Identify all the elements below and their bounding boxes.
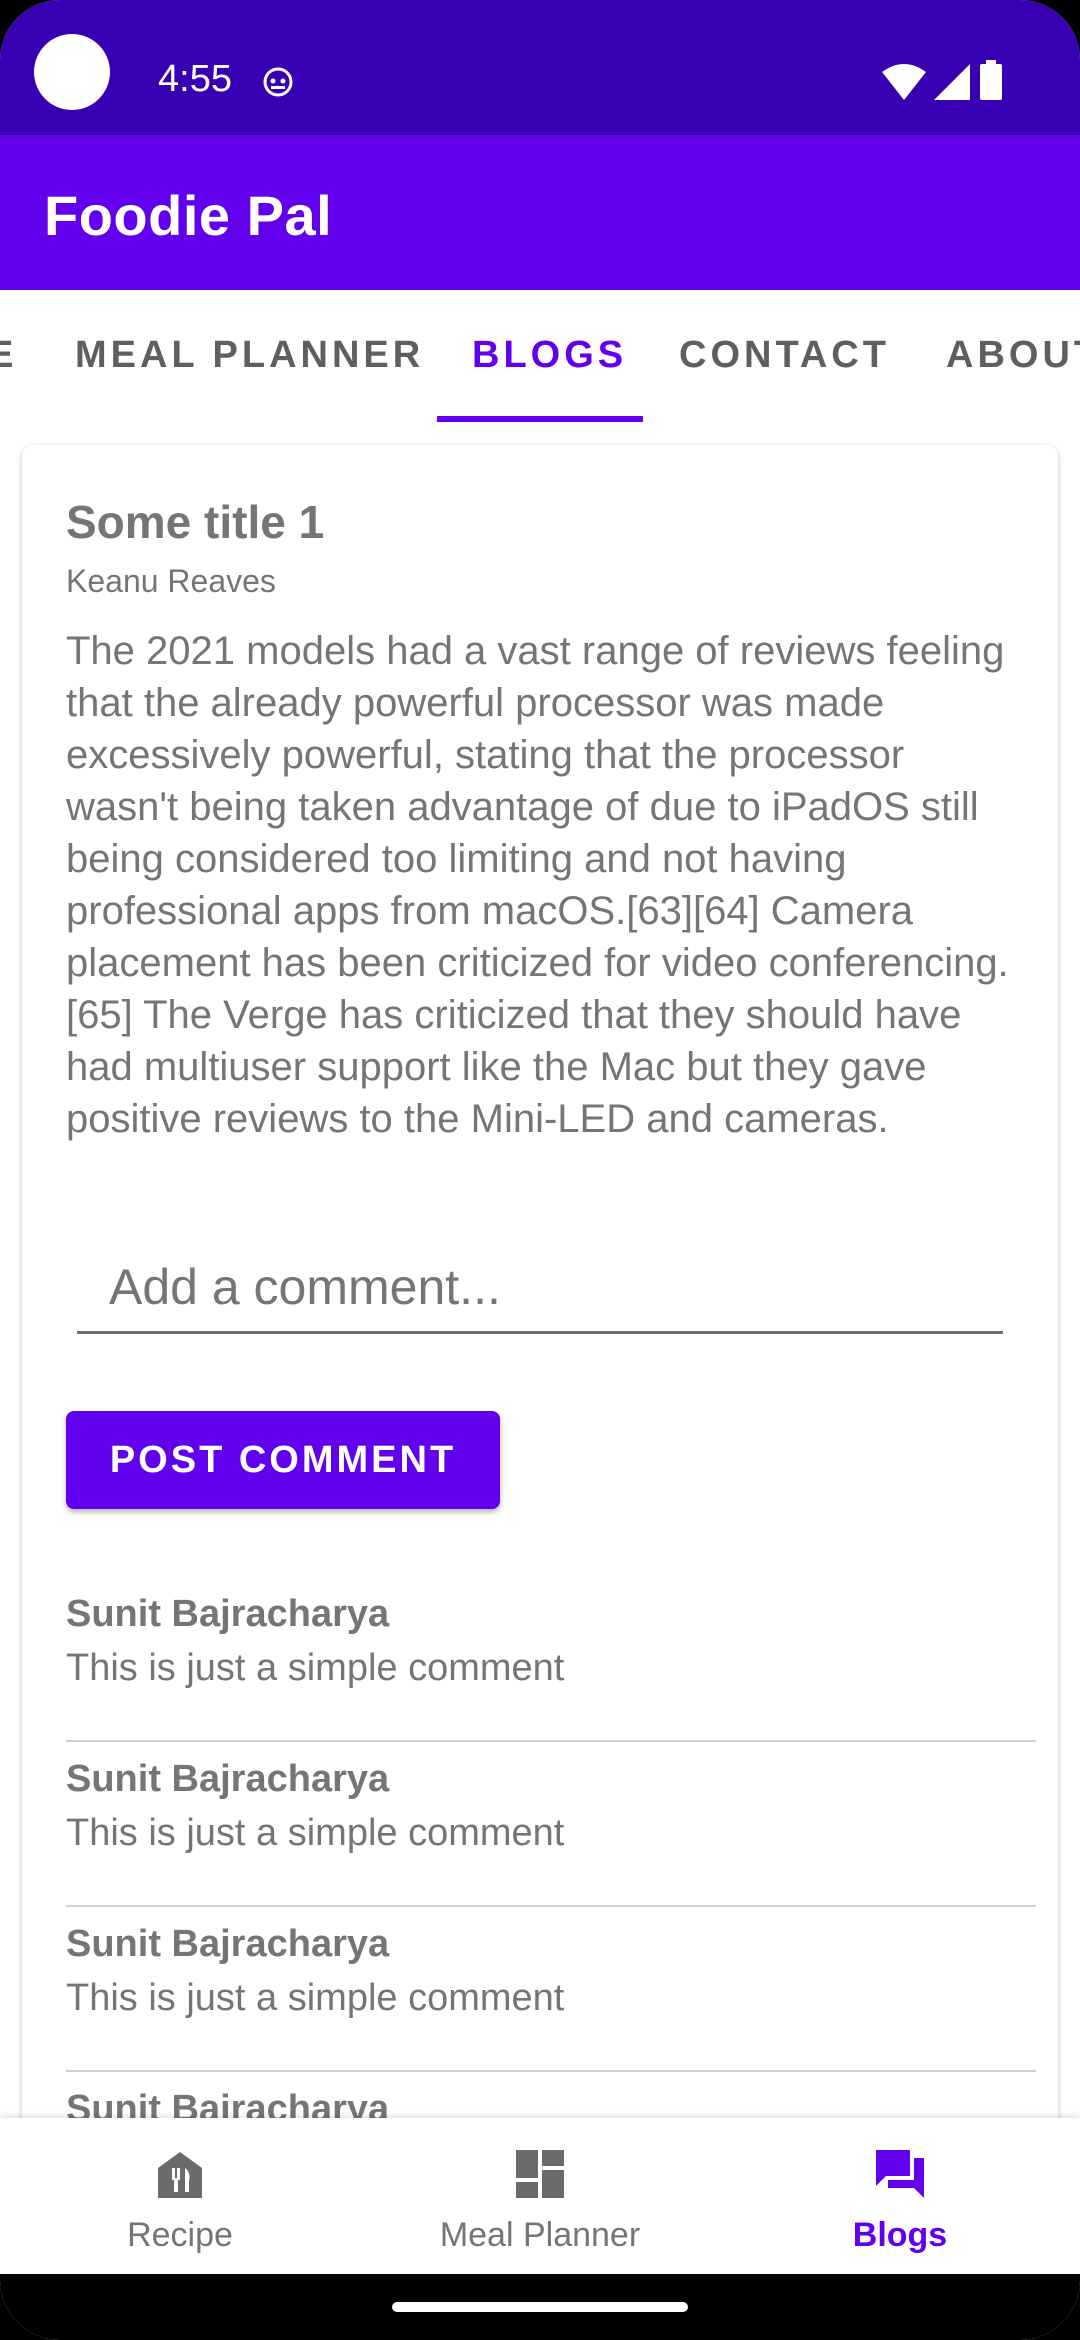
comment-text: This is just a simple comment <box>66 1812 565 1854</box>
notification-icon <box>263 67 293 97</box>
nav-meal-planner[interactable]: Meal Planner <box>360 2118 720 2274</box>
tab-recipe-partial[interactable]: E <box>0 334 17 377</box>
signal-icon <box>934 64 970 100</box>
restaurant-icon <box>158 2152 202 2198</box>
comment-text: This is just a simple comment <box>66 1977 565 2019</box>
nav-meal-planner-label: Meal Planner <box>439 2216 641 2254</box>
system-gesture-bar <box>0 2274 1080 2340</box>
post-comment-button[interactable]: POST COMMENT <box>66 1411 500 1509</box>
comment-item: Sunit Bajracharya This is just a simple … <box>66 1740 1036 1907</box>
comment-input[interactable] <box>77 1245 1003 1329</box>
tab-indicator <box>437 416 643 422</box>
blog-body: The 2021 models had a vast range of revi… <box>66 629 1009 1141</box>
app-bar: Foodie Pal <box>0 135 1080 290</box>
tab-about[interactable]: ABOUT <box>946 334 1080 377</box>
bottom-navigation: Recipe Meal Planner Blogs <box>0 2118 1080 2274</box>
nav-blogs[interactable]: Blogs <box>720 2118 1080 2274</box>
nav-recipe-label: Recipe <box>127 2216 233 2254</box>
nav-recipe[interactable]: Recipe <box>0 2118 360 2274</box>
wifi-icon <box>882 64 926 100</box>
comment-item: Sunit Bajracharya This is just a simple … <box>66 1905 1036 2072</box>
comment-author: Sunit Bajracharya <box>66 1758 390 1800</box>
status-bar: 4:55 <box>0 0 1080 135</box>
comment-item: Sunit Bajracharya This is just a simple … <box>66 1575 1036 1742</box>
battery-icon <box>980 60 1002 100</box>
forum-icon <box>876 2150 924 2198</box>
nav-blogs-label: Blogs <box>852 2216 948 2254</box>
tab-contact[interactable]: CONTACT <box>679 334 890 377</box>
status-time: 4:55 <box>158 58 232 100</box>
tab-blogs[interactable]: BLOGS <box>472 334 627 377</box>
comment-text: This is just a simple comment <box>66 1647 565 1689</box>
dashboard-icon <box>516 2150 564 2198</box>
camera-cutout <box>34 34 110 110</box>
blog-author: Keanu Reaves <box>66 563 276 599</box>
tab-meal-planner[interactable]: MEAL PLANNER <box>75 334 424 377</box>
tab-bar: E MEAL PLANNER BLOGS CONTACT ABOUT <box>0 290 1080 422</box>
blog-card: Some title 1 Keanu Reaves The 2021 model… <box>22 445 1058 2145</box>
app-title: Foodie Pal <box>44 184 333 247</box>
app-screen: 4:55 Foodie Pal E MEAL PLANNER BLOGS CON… <box>0 0 1080 2340</box>
blog-title: Some title 1 <box>66 496 325 548</box>
home-gesture-handle[interactable] <box>392 2302 688 2312</box>
comment-field[interactable] <box>77 1245 1003 1334</box>
comment-author: Sunit Bajracharya <box>66 1923 390 1965</box>
comment-author: Sunit Bajracharya <box>66 1593 390 1635</box>
